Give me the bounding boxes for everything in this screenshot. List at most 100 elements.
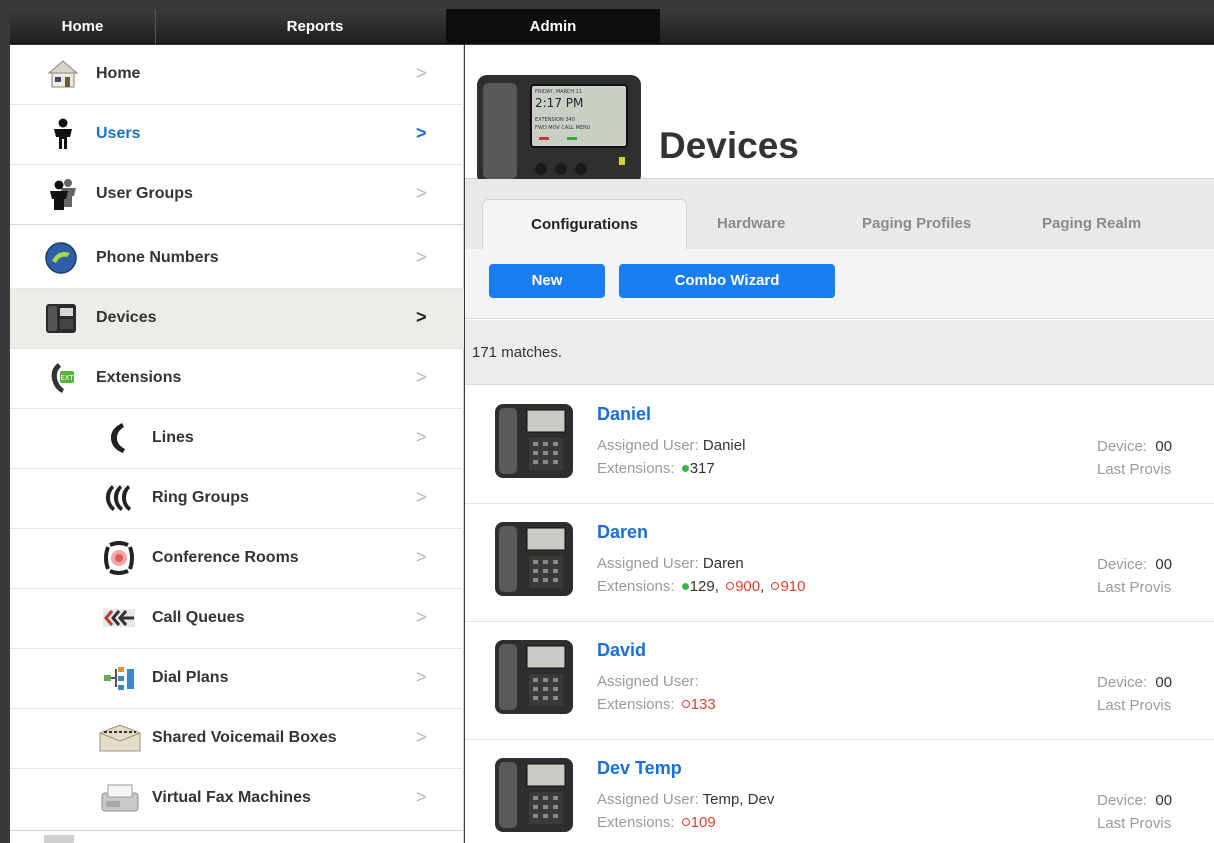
desk-phone-icon [495, 640, 573, 714]
sidebar-item-label: Call Queues [152, 609, 245, 626]
list-item[interactable]: Daren Assigned User: Daren Extensions: 1… [465, 504, 1214, 622]
sidebar-item-extensions[interactable]: EXT Extensions > [10, 349, 464, 409]
last-provisioned: Last Provis [1097, 579, 1172, 596]
extensions: Extensions: 129, 900, 910 [597, 578, 806, 595]
globe-phone-icon [45, 242, 77, 274]
desk-phone-icon: FRIDAY, MARCH 11 2:17 PM EXTENSION 340 F… [477, 75, 641, 179]
nav-tab-home[interactable]: Home [10, 9, 155, 44]
extension-icon: EXT [51, 363, 74, 393]
chevron-right-icon: > [416, 123, 427, 143]
last-provisioned: Last Provis [1097, 697, 1172, 714]
device-label: Device: [1097, 438, 1148, 455]
nav-tab-admin[interactable]: Admin [446, 9, 660, 44]
sidebar-item-label: Conference Rooms [152, 549, 299, 566]
status-inactive-icon [726, 582, 735, 590]
sidebar-item-conference-rooms[interactable]: Conference Rooms > [10, 529, 464, 589]
assigned-user-label: Assigned User: [597, 791, 699, 808]
sidebar-item-label: User Groups [96, 185, 193, 202]
assigned-user-value: Daniel [702, 437, 746, 454]
svg-text:2:17 PM: 2:17 PM [535, 96, 583, 110]
chevron-right-icon: > [416, 63, 427, 83]
assigned-user: Assigned User: Temp, Dev [597, 791, 774, 808]
desk-phone-icon [495, 758, 573, 832]
status-inactive-icon [771, 582, 780, 590]
sidebar-item-call-queues[interactable]: Call Queues > [10, 589, 464, 649]
extension-item: 133 [679, 696, 716, 713]
extensions-label: Extensions: [597, 578, 675, 595]
tab-configurations[interactable]: Configurations [482, 199, 687, 249]
chevron-right-icon: > [416, 667, 427, 687]
sidebar-item-lines[interactable]: Lines > [10, 409, 464, 469]
chevron-right-icon: > [416, 487, 427, 507]
list-item[interactable]: David Assigned User: Extensions: 133 Dev… [465, 622, 1214, 740]
house-icon [47, 60, 79, 88]
device-info: Device: 00 [1097, 792, 1172, 809]
sidebar-item-label: Virtual Fax Machines [152, 789, 311, 806]
assigned-user-value: Temp, Dev [702, 791, 775, 808]
sidebar-item-users[interactable]: Users > [10, 105, 464, 165]
sidebar-item-label: Devices [96, 309, 157, 326]
assigned-user-label: Assigned User: [597, 673, 699, 690]
tab-bar: Configurations Hardware Paging Profiles … [465, 179, 1214, 249]
sidebar-item-ring-groups[interactable]: Ring Groups > [10, 469, 464, 529]
status-active-icon [681, 465, 689, 472]
chevron-right-icon: > [416, 307, 427, 327]
sidebar-item-dial-plans[interactable]: Dial Plans > [10, 649, 464, 709]
svg-text:EXTENSION 340: EXTENSION 340 [535, 117, 575, 123]
assigned-user: Assigned User: Daren [597, 555, 744, 572]
list-item[interactable]: Dev Temp Assigned User: Temp, Dev Extens… [465, 740, 1214, 843]
chevron-right-icon: > [416, 547, 427, 567]
extension-item: 129 [679, 578, 715, 595]
desk-phone-icon [46, 304, 76, 333]
extensions: Extensions: 317 [597, 460, 715, 477]
sidebar-item-home[interactable]: Home > [10, 45, 464, 105]
chevron-right-icon: > [416, 787, 427, 807]
extension-number: 317 [689, 460, 715, 477]
chevron-right-icon: > [416, 183, 427, 203]
tab-paging-realm[interactable]: Paging Realm [1042, 199, 1141, 249]
chevron-right-icon: > [416, 607, 427, 627]
extensions-label: Extensions: [597, 814, 675, 831]
sidebar-item-label: Shared Voicemail Boxes [152, 729, 337, 746]
device-name-link[interactable]: David [597, 640, 646, 661]
extensions-label: Extensions: [597, 460, 675, 477]
sidebar-item-devices[interactable]: Devices > [10, 289, 464, 349]
device-label: Device: [1097, 674, 1148, 691]
device-info: Device: 00 [1097, 556, 1172, 573]
sidebar-item-user-groups[interactable]: User Groups > [10, 165, 464, 225]
extensions: Extensions: 109 [597, 814, 716, 831]
combo-wizard-button[interactable]: Combo Wizard [619, 264, 835, 298]
device-name-link[interactable]: Daren [597, 522, 648, 543]
new-button[interactable]: New [489, 264, 605, 298]
device-name-link[interactable]: Dev Temp [597, 758, 682, 779]
svg-text:EXT: EXT [60, 374, 74, 382]
status-inactive-icon [681, 700, 690, 708]
sidebar-item-virtual-fax-machines[interactable]: Virtual Fax Machines > [10, 769, 464, 831]
chevron-right-icon: > [416, 727, 427, 747]
sidebar-item-shared-voicemail-boxes[interactable]: Shared Voicemail Boxes > [10, 709, 464, 769]
extension-number: 910 [780, 578, 806, 595]
extension-list: 129, 900, 910 [679, 578, 806, 595]
nav-tab-reports[interactable]: Reports [240, 9, 390, 44]
extension-number: 129 [689, 578, 715, 595]
status-inactive-icon [681, 818, 690, 826]
sidebar-item-phone-numbers[interactable]: Phone Numbers > [10, 229, 464, 289]
device-value: 00 [1155, 674, 1173, 691]
extensions: Extensions: 133 [597, 696, 716, 713]
last-provisioned: Last Provis [1097, 815, 1172, 832]
sidebar-item-label: Users [96, 125, 141, 142]
tab-paging-profiles[interactable]: Paging Profiles [862, 199, 971, 249]
device-name-link[interactable]: Daniel [597, 404, 651, 425]
device-label: Device: [1097, 556, 1148, 573]
call-queue-icon [103, 609, 135, 627]
match-count: 171 matches. [472, 344, 563, 361]
sidebar-next-item-icon [44, 835, 74, 843]
list-item[interactable]: Daniel Assigned User: Daniel Extensions:… [465, 386, 1214, 504]
tab-hardware[interactable]: Hardware [717, 199, 785, 249]
separator: , [714, 578, 724, 595]
assigned-user-label: Assigned User: [597, 437, 699, 454]
chevron-right-icon: > [416, 367, 427, 387]
device-label: Device: [1097, 792, 1148, 809]
device-info: Device: 00 [1097, 438, 1172, 455]
sidebar-item-label: Ring Groups [152, 489, 249, 506]
